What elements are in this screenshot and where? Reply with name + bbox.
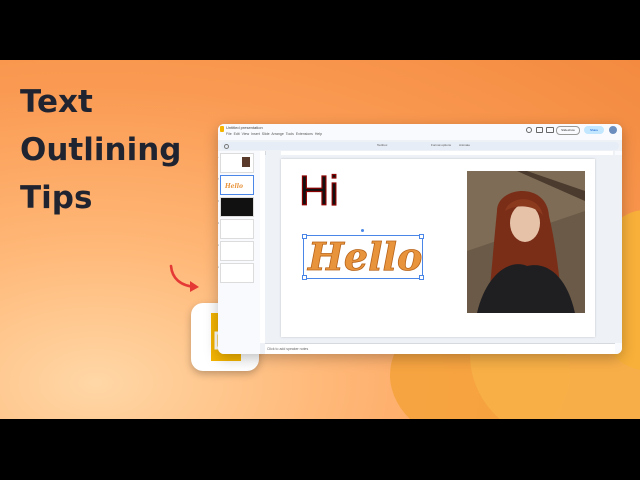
selection-handle[interactable] <box>302 234 307 239</box>
toolbar-format-options[interactable]: Format options <box>431 143 451 147</box>
thumb-number: 6 <box>218 265 219 269</box>
menu-bar: File Edit View Insert Slide Arrange Tool… <box>226 132 322 136</box>
slide-thumbnail-selected[interactable]: Hello <box>220 175 254 195</box>
share-button[interactable]: Share <box>584 126 604 134</box>
slide-canvas-area: Hi Hello <box>265 155 622 343</box>
menu-insert[interactable]: Insert <box>251 132 260 136</box>
comment-icon[interactable] <box>536 127 543 133</box>
slide-thumbnail[interactable] <box>220 263 254 283</box>
toolbar: Textbox Format options Animate <box>221 142 619 150</box>
menu-slide[interactable]: Slide <box>262 132 270 136</box>
selection-handle[interactable] <box>302 275 307 280</box>
hello-textbox-selection[interactable]: Hello <box>302 229 424 280</box>
headline-line-3: Tips <box>20 180 93 216</box>
thumb-hello-text: Hello <box>225 183 244 190</box>
headline: Text Outlining Tips <box>20 78 181 222</box>
slide-thumbnail[interactable] <box>220 197 254 217</box>
red-arrow-icon <box>169 264 199 292</box>
portrait-photo[interactable] <box>467 171 585 313</box>
thumb-number: 5 <box>218 243 219 247</box>
menu-help[interactable]: Help <box>315 132 322 136</box>
menu-extensions[interactable]: Extensions <box>296 132 313 136</box>
menu-edit[interactable]: Edit <box>234 132 240 136</box>
rotate-handle[interactable] <box>361 229 364 232</box>
thumb-number: 1 <box>218 155 219 159</box>
slides-app-window: Untitled presentation File Edit View Ins… <box>218 124 622 354</box>
toolbar-animate[interactable]: Animate <box>459 143 470 147</box>
slideshow-button[interactable]: Slideshow <box>556 126 580 135</box>
menu-file[interactable]: File <box>226 132 232 136</box>
slide-thumbnail[interactable] <box>220 241 254 261</box>
toolbar-search-icon[interactable] <box>224 144 229 149</box>
thumb-number: 3 <box>218 199 219 203</box>
doc-title[interactable]: Untitled presentation <box>226 125 263 130</box>
speaker-notes-placeholder: Click to add speaker notes <box>267 347 309 351</box>
menu-arrange[interactable]: Arrange <box>271 132 283 136</box>
account-icon[interactable] <box>609 126 617 134</box>
slides-logo-icon <box>220 126 224 132</box>
slide-canvas[interactable]: Hi Hello <box>281 159 595 337</box>
slide-thumbnail[interactable] <box>220 219 254 239</box>
thumb-photo <box>242 157 250 167</box>
history-icon[interactable] <box>526 127 532 133</box>
toolbar-textbox-label[interactable]: Textbox <box>377 143 387 147</box>
menu-tools[interactable]: Tools <box>286 132 294 136</box>
slide-thumbnail[interactable] <box>220 153 254 173</box>
headline-line-2: Outlining <box>20 132 182 168</box>
slide-filmstrip: 1 2 Hello 3 4 5 6 <box>218 151 260 354</box>
speaker-notes[interactable]: Click to add speaker notes <box>265 343 615 354</box>
title-bar: Untitled presentation File Edit View Ins… <box>218 124 622 140</box>
portrait-illustration <box>467 171 585 313</box>
thumb-number: 4 <box>218 221 219 225</box>
thumb-number: 2 <box>218 177 219 181</box>
hello-text: Hello <box>308 234 423 279</box>
video-icon[interactable] <box>546 127 554 133</box>
hi-textbox[interactable]: Hi <box>298 168 339 213</box>
headline-line-1: Text <box>20 84 93 120</box>
menu-view[interactable]: View <box>242 132 250 136</box>
